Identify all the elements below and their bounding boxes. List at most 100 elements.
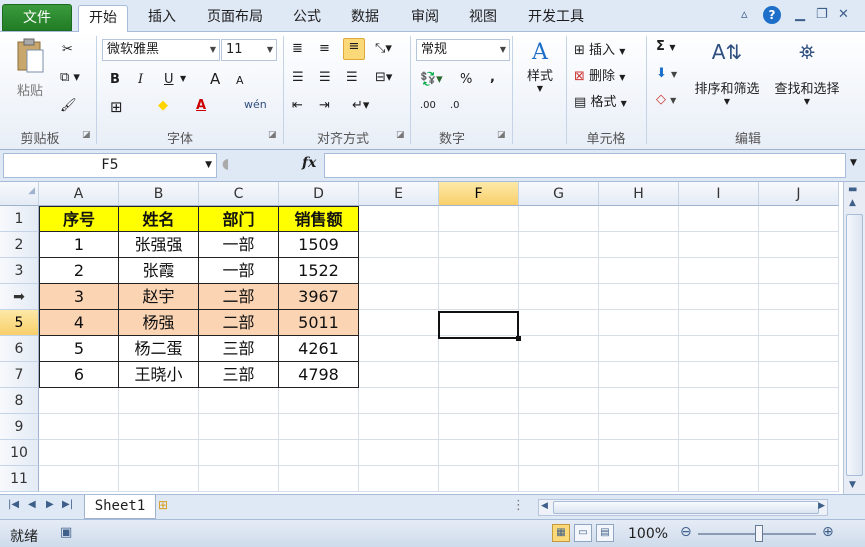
table-cell[interactable]: 杨二蛋: [119, 336, 199, 362]
empty-cell[interactable]: [39, 440, 119, 466]
empty-cell[interactable]: [359, 440, 439, 466]
table-cell[interactable]: 一部: [199, 258, 279, 284]
empty-cell[interactable]: [359, 206, 439, 232]
empty-cell[interactable]: [279, 388, 359, 414]
empty-cell[interactable]: [359, 388, 439, 414]
empty-cell[interactable]: [759, 362, 839, 388]
chevron-down-icon[interactable]: ▼: [180, 74, 186, 83]
comma-button[interactable]: ,: [490, 70, 495, 85]
table-header-cell[interactable]: 销售额: [279, 206, 359, 232]
align-left-icon[interactable]: ☰: [292, 70, 304, 85]
empty-cell[interactable]: [199, 440, 279, 466]
row-header[interactable]: 8: [0, 388, 39, 414]
column-header[interactable]: C: [199, 182, 279, 206]
empty-cell[interactable]: [679, 232, 759, 258]
minimize-icon[interactable]: ▁: [795, 7, 805, 22]
table-cell[interactable]: 赵宇: [119, 284, 199, 310]
table-cell[interactable]: 4: [39, 310, 119, 336]
empty-cell[interactable]: [119, 466, 199, 492]
first-sheet-icon[interactable]: |◀: [8, 499, 19, 510]
column-header[interactable]: B: [119, 182, 199, 206]
tab-data[interactable]: 数据: [342, 5, 388, 32]
bold-button[interactable]: B: [110, 72, 120, 87]
table-cell[interactable]: 一部: [199, 232, 279, 258]
font-name-combo[interactable]: 微软雅黑 ▼: [102, 39, 220, 61]
empty-cell[interactable]: [519, 284, 599, 310]
row-header[interactable]: 10: [0, 440, 39, 466]
table-cell[interactable]: 二部: [199, 284, 279, 310]
empty-cell[interactable]: [599, 362, 679, 388]
table-cell[interactable]: 二部: [199, 310, 279, 336]
column-header[interactable]: H: [599, 182, 679, 206]
table-cell[interactable]: 6: [39, 362, 119, 388]
empty-cell[interactable]: [519, 362, 599, 388]
tab-view[interactable]: 视图: [460, 5, 506, 32]
number-format-combo[interactable]: 常规 ▼: [416, 39, 510, 61]
tab-review[interactable]: 审阅: [402, 5, 448, 32]
column-header[interactable]: F: [439, 182, 519, 206]
empty-cell[interactable]: [359, 232, 439, 258]
column-header[interactable]: J: [759, 182, 839, 206]
fill-handle[interactable]: [516, 336, 521, 341]
table-cell[interactable]: 5: [39, 336, 119, 362]
empty-cell[interactable]: [519, 440, 599, 466]
formula-input[interactable]: [324, 153, 846, 178]
empty-cell[interactable]: [119, 414, 199, 440]
splitter-handle-icon[interactable]: ◖: [222, 156, 229, 172]
decrease-indent-icon[interactable]: ⇤: [292, 98, 303, 113]
empty-cell[interactable]: [679, 414, 759, 440]
table-header-cell[interactable]: 姓名: [119, 206, 199, 232]
empty-cell[interactable]: [199, 414, 279, 440]
horizontal-scroll-thumb[interactable]: [553, 501, 819, 514]
increase-decimal-button[interactable]: .00: [420, 100, 436, 111]
table-header-cell[interactable]: 部门: [199, 206, 279, 232]
empty-cell[interactable]: [519, 232, 599, 258]
grow-font-button[interactable]: A: [210, 70, 220, 88]
minimize-ribbon-icon[interactable]: ▵: [741, 7, 748, 22]
row-header[interactable]: 11: [0, 466, 39, 492]
empty-cell[interactable]: [439, 336, 519, 362]
empty-cell[interactable]: [359, 362, 439, 388]
tab-home[interactable]: 开始: [78, 5, 128, 33]
empty-cell[interactable]: [599, 284, 679, 310]
empty-cell[interactable]: [679, 466, 759, 492]
empty-cell[interactable]: [279, 414, 359, 440]
empty-cell[interactable]: [279, 466, 359, 492]
tab-splitter-icon[interactable]: ⋮: [512, 498, 525, 513]
column-header[interactable]: A: [39, 182, 119, 206]
empty-cell[interactable]: [679, 310, 759, 336]
empty-cell[interactable]: [679, 206, 759, 232]
last-sheet-icon[interactable]: ▶|: [62, 499, 73, 510]
table-cell[interactable]: 4798: [279, 362, 359, 388]
page-layout-view-icon[interactable]: ▭: [574, 524, 592, 542]
wrap-text-icon[interactable]: ↵▾: [352, 98, 369, 113]
empty-cell[interactable]: [119, 388, 199, 414]
next-sheet-icon[interactable]: ▶: [46, 499, 54, 510]
autosum-button[interactable]: Σ ▼: [656, 39, 676, 54]
format-cells-button[interactable]: ▤ 格式 ▼: [574, 91, 627, 110]
name-box[interactable]: F5 ▼: [3, 153, 217, 178]
horizontal-scrollbar[interactable]: ◀ ▶: [538, 499, 828, 516]
empty-cell[interactable]: [759, 206, 839, 232]
table-header-cell[interactable]: 序号: [39, 206, 119, 232]
row-header[interactable]: 6: [0, 336, 39, 362]
empty-cell[interactable]: [199, 466, 279, 492]
table-cell[interactable]: 2: [39, 258, 119, 284]
table-cell[interactable]: 张霞: [119, 258, 199, 284]
table-cell[interactable]: 1509: [279, 232, 359, 258]
empty-cell[interactable]: [519, 388, 599, 414]
format-painter-icon[interactable]: 🖌: [60, 98, 77, 113]
split-box-icon[interactable]: ▬: [848, 184, 857, 195]
row-header[interactable]: 3: [0, 258, 39, 284]
empty-cell[interactable]: [119, 440, 199, 466]
page-break-view-icon[interactable]: ▤: [596, 524, 614, 542]
empty-cell[interactable]: [759, 466, 839, 492]
shrink-font-button[interactable]: A: [236, 74, 244, 87]
align-middle-icon[interactable]: ≡: [319, 41, 330, 56]
empty-cell[interactable]: [439, 284, 519, 310]
copy-icon[interactable]: ⧉ ▾: [60, 70, 80, 85]
empty-cell[interactable]: [39, 388, 119, 414]
empty-cell[interactable]: [439, 414, 519, 440]
empty-cell[interactable]: [759, 258, 839, 284]
percent-button[interactable]: %: [460, 72, 472, 87]
